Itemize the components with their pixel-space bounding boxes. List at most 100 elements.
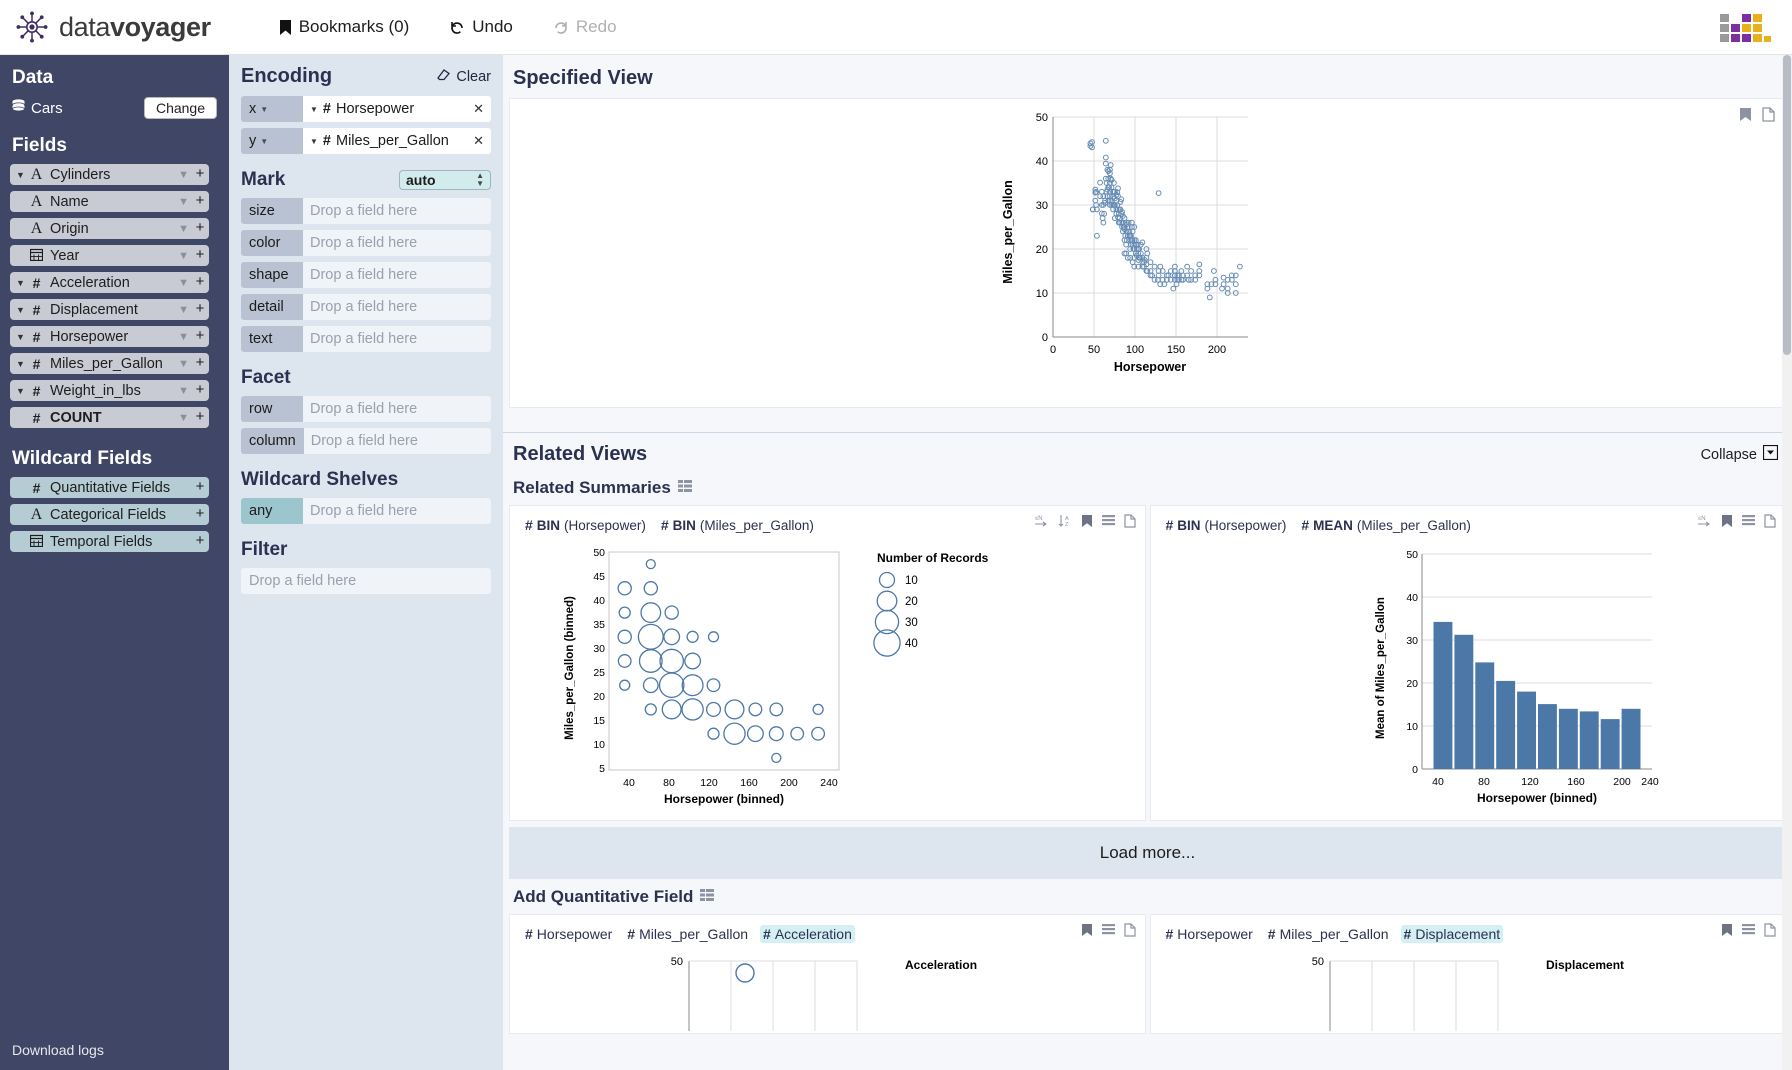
- main-scrollbar[interactable]: [1782, 55, 1792, 1070]
- list-icon[interactable]: [1742, 514, 1755, 532]
- chevron-down-icon[interactable]: ▼: [260, 137, 268, 146]
- add-field-button[interactable]: +: [191, 191, 209, 212]
- bookmark-icon[interactable]: [1721, 923, 1733, 941]
- field-cylinders[interactable]: ▼ A Cylinders ▼: [10, 164, 197, 185]
- copy-icon[interactable]: [1762, 107, 1775, 126]
- shelf-shape[interactable]: shape Drop a field here: [241, 262, 491, 288]
- fieldtag-displacement[interactable]: # Displacement: [1401, 925, 1504, 943]
- mark-type-select[interactable]: auto ▲▼: [399, 170, 491, 190]
- shelf-field-row[interactable]: Drop a field here: [303, 396, 491, 422]
- list-icon[interactable]: [1742, 923, 1755, 941]
- sort-alpha-icon[interactable]: AZ: [1058, 514, 1072, 532]
- shelf-field-detail[interactable]: Drop a field here: [303, 294, 491, 320]
- undo-button[interactable]: Undo: [449, 17, 513, 37]
- shelf-size[interactable]: size Drop a field here: [241, 198, 491, 224]
- shelf-field-y[interactable]: ▼ # Miles_per_Gallon ✕: [303, 128, 491, 154]
- add-field-button[interactable]: +: [191, 353, 209, 374]
- list-layout-icon[interactable]: [678, 478, 692, 498]
- chevron-down-icon[interactable]: ▼: [14, 359, 27, 369]
- add-field-button[interactable]: +: [191, 326, 209, 347]
- bookmark-icon[interactable]: [1081, 514, 1093, 532]
- chevron-down-icon[interactable]: ▼: [310, 105, 318, 114]
- collapse-button[interactable]: Collapse: [1701, 445, 1778, 464]
- fieldtag-mean-miles-per-gallon[interactable]: # MEAN (Miles_per_Gallon): [1298, 516, 1474, 534]
- copy-icon[interactable]: [1124, 923, 1136, 941]
- shelf-field-column[interactable]: Drop a field here: [304, 428, 491, 454]
- chevron-down-icon[interactable]: ▼: [260, 105, 268, 114]
- fieldtag-horsepower[interactable]: # Horsepower: [1163, 925, 1256, 943]
- fieldtag-bin-horsepower[interactable]: # BIN (Horsepower): [1163, 516, 1290, 534]
- add-field-button[interactable]: +: [191, 218, 209, 239]
- chevron-down-icon[interactable]: ▼: [14, 332, 27, 342]
- shelf-column[interactable]: column Drop a field here: [241, 428, 491, 454]
- add-field-button[interactable]: +: [191, 245, 209, 266]
- add-field-button[interactable]: +: [191, 477, 209, 498]
- shelf-row[interactable]: row Drop a field here: [241, 396, 491, 422]
- shelf-y[interactable]: y ▼ ▼ # Miles_per_Gallon ✕: [241, 128, 491, 154]
- shelf-field-size[interactable]: Drop a field here: [303, 198, 491, 224]
- list-icon[interactable]: [1102, 923, 1115, 941]
- fieldtag-miles-per-gallon[interactable]: # Miles_per_Gallon: [1265, 925, 1392, 943]
- shelf-label-column[interactable]: column: [241, 428, 304, 454]
- shelf-label-size[interactable]: size: [241, 198, 303, 224]
- field-name[interactable]: A Name ▼: [10, 191, 197, 212]
- shelf-label-any[interactable]: any: [241, 498, 303, 524]
- copy-icon[interactable]: [1124, 514, 1136, 532]
- fieldtag-horsepower[interactable]: # Horsepower: [522, 925, 615, 943]
- shelf-x[interactable]: x ▼ ▼ # Horsepower ✕: [241, 96, 491, 122]
- chevron-down-icon[interactable]: ▼: [14, 305, 27, 315]
- copy-icon[interactable]: [1764, 514, 1776, 532]
- fieldtag-bin-miles-per-gallon[interactable]: # BIN (Miles_per_Gallon): [658, 516, 817, 534]
- field-count[interactable]: # COUNT ▼: [10, 407, 197, 428]
- list-icon[interactable]: [1102, 514, 1115, 532]
- sort-numeric-icon[interactable]: ≤N: [1035, 514, 1049, 532]
- copy-icon[interactable]: [1764, 923, 1776, 941]
- shelf-detail[interactable]: detail Drop a field here: [241, 294, 491, 320]
- wildcard-temporal-fields[interactable]: Temporal Fields: [10, 531, 197, 552]
- wildcard-quantitative-fields[interactable]: # Quantitative Fields: [10, 477, 197, 498]
- close-icon[interactable]: ✕: [473, 133, 484, 149]
- bookmark-icon[interactable]: [1721, 514, 1733, 532]
- add-field-button[interactable]: +: [191, 380, 209, 401]
- bookmarks-button[interactable]: Bookmarks (0): [279, 17, 410, 37]
- sort-numeric-icon[interactable]: ≤N: [1698, 514, 1712, 532]
- download-logs-link[interactable]: Download logs: [12, 1042, 104, 1058]
- shelf-label-detail[interactable]: detail: [241, 294, 303, 320]
- field-acceleration[interactable]: ▼ # Acceleration ▼: [10, 272, 197, 293]
- filter-dropzone[interactable]: Drop a field here: [241, 568, 491, 594]
- fieldtag-acceleration[interactable]: # Acceleration: [760, 925, 855, 943]
- chevron-down-icon[interactable]: ▼: [14, 386, 27, 396]
- shelf-label-y[interactable]: y ▼: [241, 128, 303, 154]
- add-field-button[interactable]: +: [191, 407, 209, 428]
- field-weight-in-lbs[interactable]: ▼ # Weight_in_lbs ▼: [10, 380, 197, 401]
- field-year[interactable]: Year ▼: [10, 245, 197, 266]
- close-icon[interactable]: ✕: [473, 101, 484, 117]
- shelf-field-shape[interactable]: Drop a field here: [303, 262, 491, 288]
- add-field-button[interactable]: +: [191, 531, 209, 552]
- chevron-down-icon[interactable]: ▼: [14, 278, 27, 288]
- list-layout-icon[interactable]: [700, 887, 714, 907]
- bookmark-icon[interactable]: [1081, 923, 1093, 941]
- shelf-label-shape[interactable]: shape: [241, 262, 303, 288]
- shelf-color[interactable]: color Drop a field here: [241, 230, 491, 256]
- shelf-field-x[interactable]: ▼ # Horsepower ✕: [303, 96, 491, 122]
- field-displacement[interactable]: ▼ # Displacement ▼: [10, 299, 197, 320]
- add-field-button[interactable]: +: [191, 504, 209, 525]
- app-logo[interactable]: datavoyager: [0, 9, 211, 45]
- shelf-label-text[interactable]: text: [241, 326, 303, 352]
- add-field-button[interactable]: +: [191, 299, 209, 320]
- field-horsepower[interactable]: ▼ # Horsepower ▼: [10, 326, 197, 347]
- shelf-any[interactable]: any Drop a field here: [241, 498, 491, 524]
- load-more-button[interactable]: Load more...: [509, 827, 1786, 879]
- shelf-text[interactable]: text Drop a field here: [241, 326, 491, 352]
- shelf-field-color[interactable]: Drop a field here: [303, 230, 491, 256]
- scrollbar-thumb[interactable]: [1783, 55, 1791, 355]
- field-miles-per-gallon[interactable]: ▼ # Miles_per_Gallon ▼: [10, 353, 197, 374]
- field-origin[interactable]: A Origin ▼: [10, 218, 197, 239]
- wildcard-categorical-fields[interactable]: A Categorical Fields: [10, 504, 197, 525]
- change-dataset-button[interactable]: Change: [144, 97, 217, 119]
- shelf-label-row[interactable]: row: [241, 396, 303, 422]
- add-field-button[interactable]: +: [191, 272, 209, 293]
- fieldtag-miles-per-gallon[interactable]: # Miles_per_Gallon: [624, 925, 751, 943]
- shelf-field-any[interactable]: Drop a field here: [303, 498, 491, 524]
